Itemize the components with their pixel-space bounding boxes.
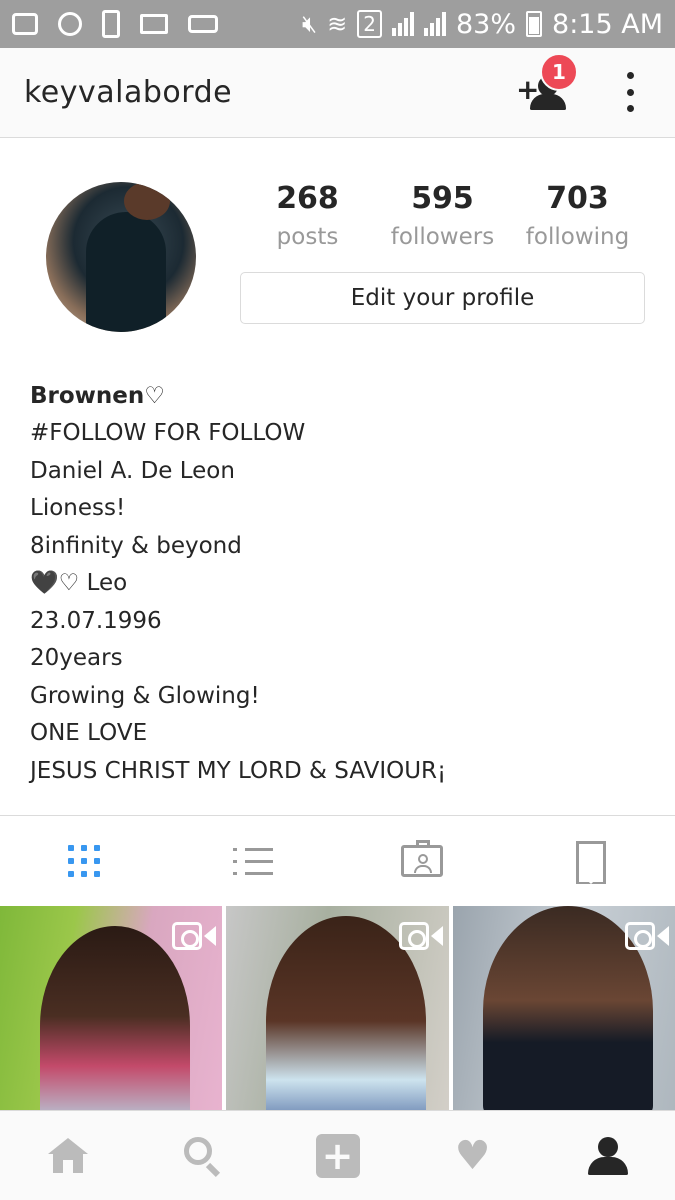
nav-search[interactable] bbox=[135, 1111, 270, 1200]
add-post-icon: + bbox=[315, 1133, 360, 1178]
radio-icon bbox=[12, 13, 38, 35]
post-thumbnail[interactable] bbox=[0, 906, 222, 1110]
tab-saved[interactable] bbox=[506, 816, 675, 906]
stat-following-count: 703 bbox=[546, 181, 609, 216]
nav-activity[interactable]: ♥ bbox=[405, 1111, 540, 1200]
list-icon bbox=[233, 847, 274, 875]
video-icon bbox=[399, 922, 443, 950]
voicemail-icon bbox=[188, 15, 218, 33]
bottom-nav: + ♥ bbox=[0, 1110, 675, 1200]
notification-badge: 1 bbox=[540, 53, 578, 91]
profile-tabs bbox=[0, 815, 675, 906]
stat-posts-label: posts bbox=[276, 224, 339, 250]
stat-followers[interactable]: 595 followers bbox=[375, 178, 510, 258]
username-title: keyvalaborde bbox=[24, 75, 233, 110]
home-icon bbox=[47, 1137, 88, 1174]
stat-following[interactable]: 703 following bbox=[510, 178, 645, 258]
tab-list[interactable] bbox=[169, 816, 338, 906]
bio-line: 8infinity & beyond bbox=[30, 532, 242, 559]
bio-line: #FOLLOW FOR FOLLOW bbox=[30, 420, 306, 446]
post-thumbnail[interactable] bbox=[453, 906, 675, 1110]
avatar-figure bbox=[86, 212, 166, 332]
bio-line: 20years bbox=[30, 645, 123, 671]
bio-line: Lioness! bbox=[30, 495, 126, 521]
bio-line: 23.07.1996 bbox=[30, 607, 162, 634]
post-photo bbox=[40, 926, 190, 1110]
signal-icon bbox=[392, 12, 414, 36]
bio: Brownen♡ #FOLLOW FOR FOLLOW Daniel A. De… bbox=[30, 378, 645, 790]
post-grid bbox=[0, 906, 675, 1110]
sim-indicator: 2 bbox=[357, 10, 382, 38]
nav-profile[interactable] bbox=[540, 1111, 675, 1200]
bio-line: Growing & Glowing! bbox=[30, 682, 260, 709]
stat-posts-count: 268 bbox=[276, 181, 339, 216]
edit-profile-button[interactable]: Edit your profile bbox=[240, 272, 645, 324]
mail-icon bbox=[140, 14, 168, 34]
nav-home[interactable] bbox=[0, 1111, 135, 1200]
activity-heart-icon: ♥ bbox=[454, 1132, 491, 1179]
stat-followers-label: followers bbox=[390, 224, 495, 250]
profile-icon bbox=[587, 1136, 628, 1175]
bio-line: JESUS CHRIST MY LORD & SAVIOUR¡ bbox=[30, 757, 447, 784]
stat-posts[interactable]: 268 posts bbox=[240, 178, 375, 258]
mute-icon: 🔇︎ bbox=[302, 10, 318, 38]
grid-icon bbox=[68, 845, 101, 877]
battery-percent: 83% bbox=[456, 8, 517, 40]
signal-icon-2 bbox=[424, 12, 446, 36]
nav-add-post[interactable]: + bbox=[270, 1111, 405, 1200]
person-add-icon-body bbox=[530, 94, 566, 110]
post-thumbnail[interactable] bbox=[226, 906, 449, 1110]
clock: 8:15 AM bbox=[552, 8, 663, 40]
bio-line: Daniel A. De Leon bbox=[30, 457, 235, 484]
device-check-icon bbox=[102, 10, 120, 38]
avatar[interactable] bbox=[46, 182, 196, 332]
tab-grid[interactable] bbox=[0, 816, 169, 906]
alert-icon bbox=[58, 12, 82, 36]
profile-stats: 268 posts 595 followers 703 following bbox=[240, 178, 645, 258]
battery-icon bbox=[526, 11, 543, 37]
avatar-face bbox=[124, 182, 170, 220]
more-options-icon[interactable] bbox=[624, 72, 636, 112]
wifi-icon: ≋ bbox=[327, 10, 348, 38]
bio-line: 🖤♡ Leo bbox=[30, 570, 128, 596]
status-bar: 🔇︎ ≋ 2 83% 8:15 AM bbox=[0, 0, 675, 48]
stat-followers-count: 595 bbox=[411, 181, 474, 216]
stat-following-label: following bbox=[525, 224, 630, 250]
tagged-photos-icon bbox=[400, 840, 443, 877]
bio-line: ONE LOVE bbox=[30, 720, 148, 746]
bio-name: Brownen♡ bbox=[30, 383, 165, 409]
saved-bookmark-icon bbox=[575, 841, 606, 884]
tab-tagged[interactable] bbox=[338, 816, 507, 906]
video-icon bbox=[172, 922, 216, 950]
video-icon bbox=[625, 922, 669, 950]
search-icon bbox=[183, 1136, 222, 1177]
